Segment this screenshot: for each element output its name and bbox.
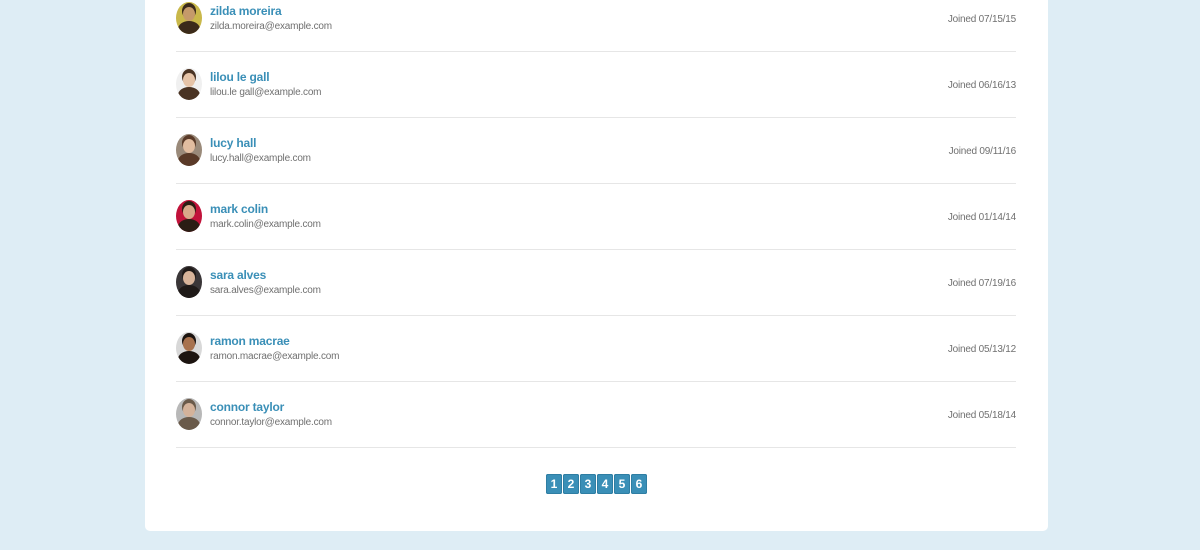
user-joined-date: Joined 07/15/15 bbox=[947, 14, 1016, 25]
page-button-5[interactable]: 5 bbox=[614, 474, 630, 494]
user-name-link[interactable]: mark colin bbox=[210, 202, 268, 216]
user-email: connor.taylor@example.com bbox=[210, 417, 332, 428]
user-name-link[interactable]: lucy hall bbox=[210, 136, 256, 150]
page-button-1[interactable]: 1 bbox=[546, 474, 562, 494]
user-row: connor taylor connor.taylor@example.com … bbox=[176, 382, 1016, 448]
avatar[interactable] bbox=[176, 332, 202, 364]
avatar[interactable] bbox=[176, 68, 202, 100]
user-row: mark colin mark.colin@example.com Joined… bbox=[176, 184, 1016, 250]
user-list: zilda moreira zilda.moreira@example.com … bbox=[176, 0, 1016, 448]
page-button-2[interactable]: 2 bbox=[563, 474, 579, 494]
user-name-link[interactable]: connor taylor bbox=[210, 400, 284, 414]
user-row: lucy hall lucy.hall@example.com Joined 0… bbox=[176, 118, 1016, 184]
user-joined-date: Joined 01/14/14 bbox=[947, 212, 1016, 223]
user-email: zilda.moreira@example.com bbox=[210, 21, 332, 32]
user-joined-date: Joined 05/18/14 bbox=[947, 410, 1016, 421]
user-email: sara.alves@example.com bbox=[210, 285, 321, 296]
user-name-link[interactable]: zilda moreira bbox=[210, 4, 282, 18]
user-joined-date: Joined 05/13/12 bbox=[947, 344, 1016, 355]
pagination: 1 2 3 4 5 6 bbox=[546, 474, 647, 494]
user-joined-date: Joined 07/19/16 bbox=[947, 278, 1016, 289]
avatar[interactable] bbox=[176, 398, 202, 430]
user-name-link[interactable]: ramon macrae bbox=[210, 334, 290, 348]
page-button-3[interactable]: 3 bbox=[580, 474, 596, 494]
user-name-link[interactable]: lilou le gall bbox=[210, 70, 270, 84]
user-row: zilda moreira zilda.moreira@example.com … bbox=[176, 0, 1016, 52]
user-joined-date: Joined 09/11/16 bbox=[948, 146, 1017, 157]
user-list-card: zilda moreira zilda.moreira@example.com … bbox=[145, 0, 1048, 531]
page-button-4[interactable]: 4 bbox=[597, 474, 613, 494]
user-name-link[interactable]: sara alves bbox=[210, 268, 266, 282]
user-email: lilou.le gall@example.com bbox=[210, 87, 322, 98]
user-joined-date: Joined 06/16/13 bbox=[947, 80, 1016, 91]
avatar[interactable] bbox=[176, 134, 202, 166]
avatar[interactable] bbox=[176, 200, 202, 232]
user-email: lucy.hall@example.com bbox=[210, 153, 311, 164]
user-row: lilou le gall lilou.le gall@example.com … bbox=[176, 52, 1016, 118]
page-button-6[interactable]: 6 bbox=[631, 474, 647, 494]
avatar[interactable] bbox=[176, 266, 202, 298]
user-row: sara alves sara.alves@example.com Joined… bbox=[176, 250, 1016, 316]
user-row: ramon macrae ramon.macrae@example.com Jo… bbox=[176, 316, 1016, 382]
avatar[interactable] bbox=[176, 2, 202, 34]
user-email: mark.colin@example.com bbox=[210, 219, 321, 230]
user-email: ramon.macrae@example.com bbox=[210, 351, 340, 362]
